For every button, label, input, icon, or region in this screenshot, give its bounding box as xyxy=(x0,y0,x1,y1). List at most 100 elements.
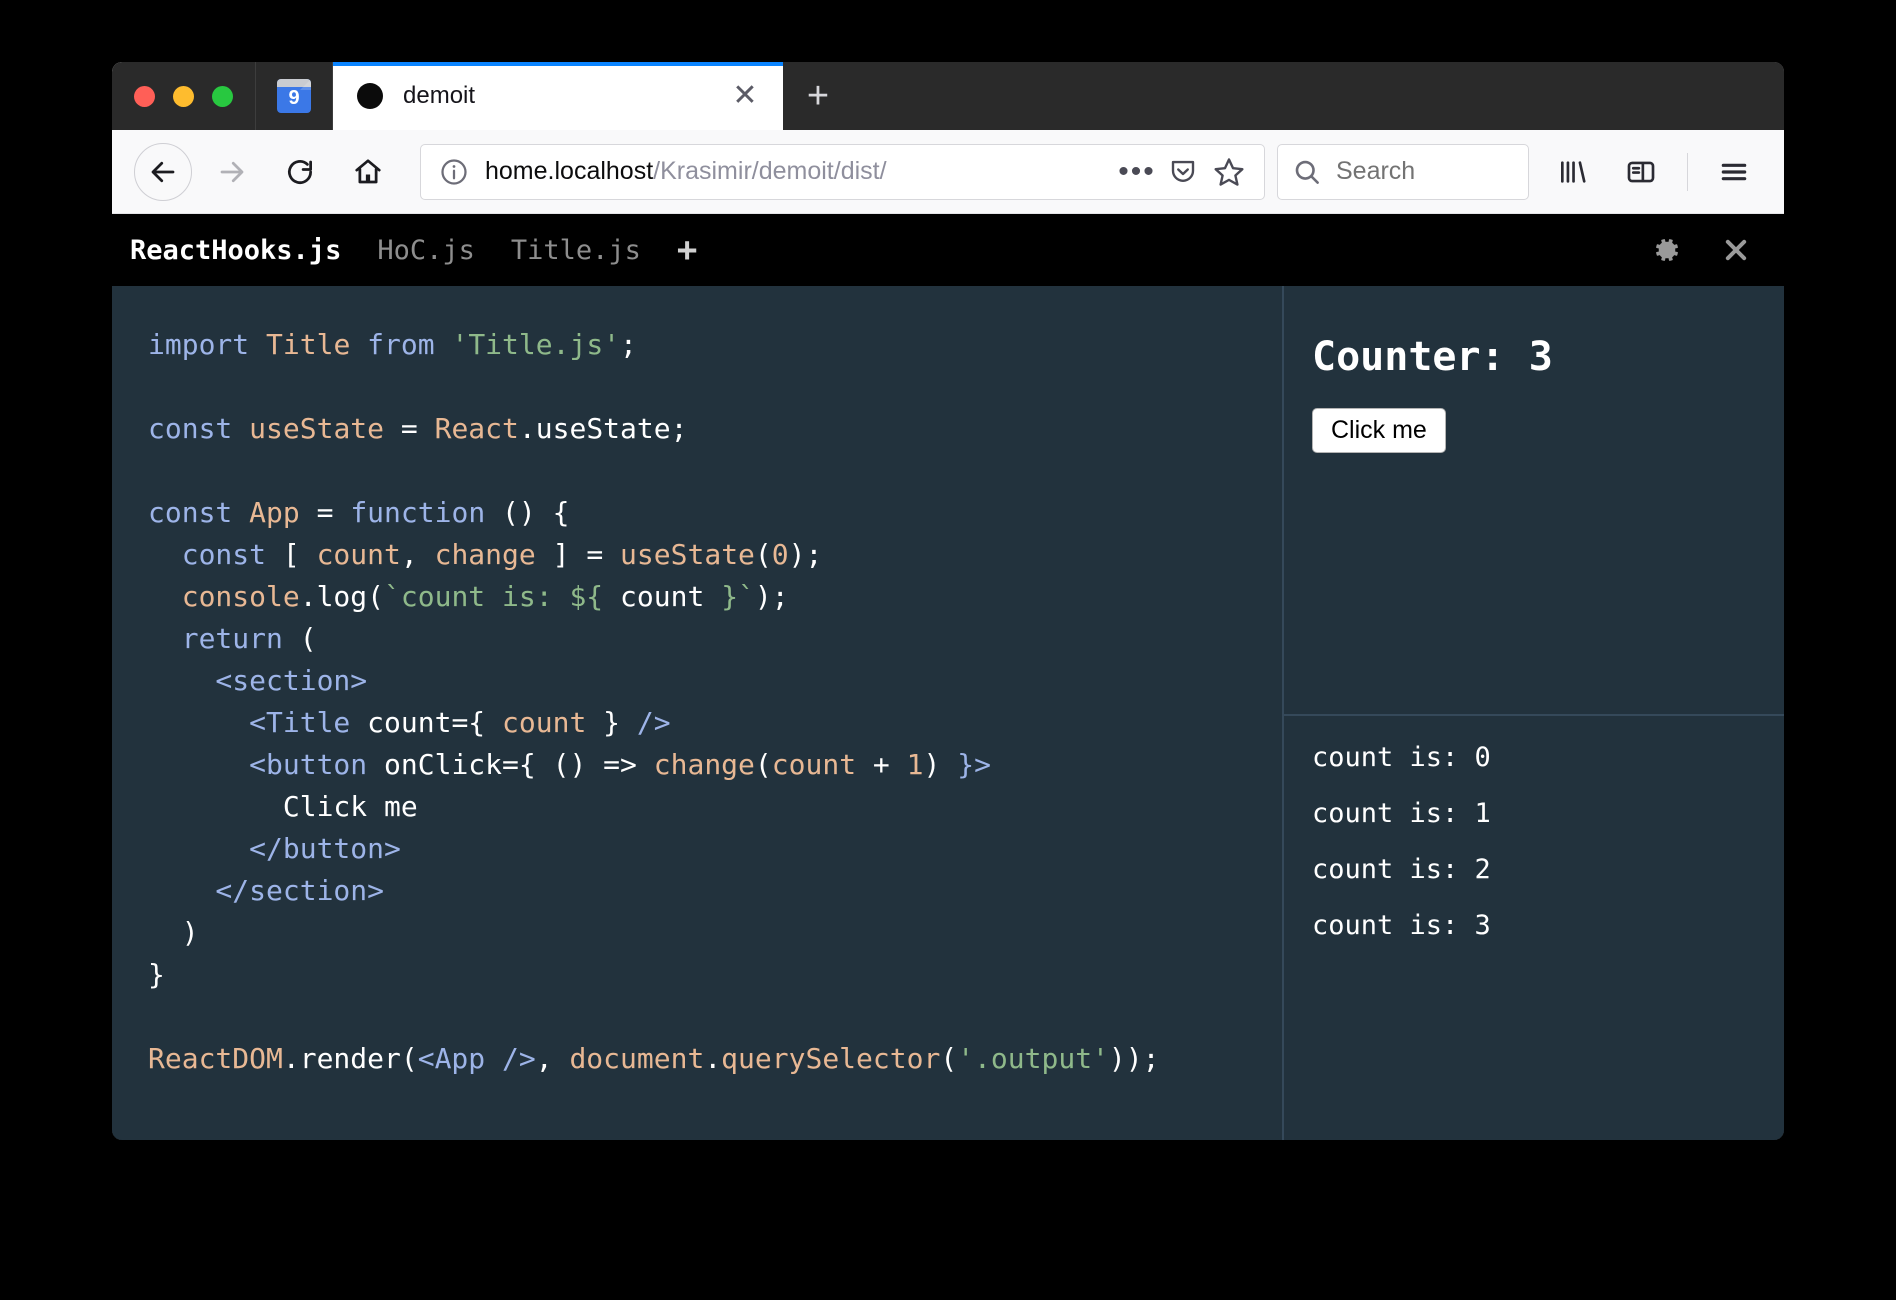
code-token: return xyxy=(148,622,300,655)
sidebar-toggle-button[interactable] xyxy=(1613,144,1669,200)
file-tab-reacthooks[interactable]: ReactHooks.js xyxy=(130,235,341,266)
search-box[interactable]: Search xyxy=(1277,143,1529,200)
pocket-icon xyxy=(1171,160,1195,182)
code-token: change xyxy=(434,538,553,571)
browser-tab-demoit[interactable]: demoit ✕ xyxy=(333,62,783,130)
code-token: </section> xyxy=(148,874,385,907)
code-token: onClick xyxy=(384,748,503,781)
code-token: from xyxy=(367,328,452,361)
code-token: Click me xyxy=(148,790,418,823)
close-tab-button[interactable]: ✕ xyxy=(727,78,763,114)
code-line: <section> xyxy=(148,660,1282,702)
demoit-toolbar: ReactHooks.js HoC.js Title.js + xyxy=(112,214,1784,286)
code-token: count xyxy=(502,706,587,739)
code-token: ${ xyxy=(569,580,604,613)
code-token: App xyxy=(249,496,317,529)
code-line: const useState = React.useState; xyxy=(148,408,1282,450)
reload-button[interactable] xyxy=(272,144,328,200)
code-token: }> xyxy=(957,748,991,781)
settings-button[interactable] xyxy=(1652,235,1682,265)
code-content[interactable]: import Title from 'Title.js'; const useS… xyxy=(112,324,1282,1080)
code-line: const App = function () { xyxy=(148,492,1282,534)
new-tab-button[interactable]: + xyxy=(783,62,853,130)
screen: 9 demoit ✕ + home.localhost/Krasimir/dem… xyxy=(0,0,1896,1300)
code-token: } xyxy=(586,706,637,739)
close-demo-button[interactable] xyxy=(1722,236,1750,264)
code-token: ={ xyxy=(451,706,503,739)
url-host: home.localhost xyxy=(485,157,654,185)
counter-heading: Counter: 3 xyxy=(1312,334,1553,380)
code-editor[interactable]: import Title from 'Title.js'; const useS… xyxy=(112,286,1282,1140)
info-icon[interactable] xyxy=(439,157,469,187)
calendar-day-number: 9 xyxy=(288,87,300,109)
code-token: ( xyxy=(940,1042,958,1075)
preview-and-console-pane: Counter: 3 Click me count is: 0 count is:… xyxy=(1282,286,1784,1140)
code-token: const xyxy=(148,496,250,529)
code-token: 'Title.js' xyxy=(451,328,621,361)
code-token: React xyxy=(434,412,519,445)
forward-icon xyxy=(220,161,244,182)
console-line: count is: 0 xyxy=(1312,742,1491,773)
code-token: ) xyxy=(148,916,199,949)
code-token: ( xyxy=(299,622,317,655)
code-line: ) xyxy=(148,912,1282,954)
url-text[interactable]: home.localhost/Krasimir/demoit/dist/ xyxy=(485,157,1112,186)
code-token: = xyxy=(400,412,435,445)
file-tab-hoc[interactable]: HoC.js xyxy=(377,235,475,266)
code-line: <Title count={ count } /> xyxy=(148,702,1282,744)
code-token: useState xyxy=(249,412,401,445)
code-token: /> xyxy=(636,706,671,739)
code-token: `count is: xyxy=(384,580,570,613)
file-tab-title[interactable]: Title.js xyxy=(511,235,641,266)
address-bar[interactable]: home.localhost/Krasimir/demoit/dist/ ••• xyxy=(420,143,1265,200)
star-icon xyxy=(1214,157,1244,186)
close-window-button[interactable] xyxy=(134,85,155,107)
code-line: </button> xyxy=(148,828,1282,870)
click-me-button[interactable]: Click me xyxy=(1312,408,1446,453)
code-token: ReactDOM xyxy=(148,1042,283,1075)
home-button[interactable] xyxy=(340,144,396,200)
demoit-body: import Title from 'Title.js'; const useS… xyxy=(112,286,1784,1140)
code-token: .log( xyxy=(299,580,385,613)
code-token: const xyxy=(148,538,283,571)
code-token: count xyxy=(367,706,452,739)
console-line: count is: 1 xyxy=(1312,798,1491,829)
library-button[interactable] xyxy=(1545,144,1601,200)
code-token: ) xyxy=(923,748,958,781)
console-line: count is: 3 xyxy=(1312,910,1491,941)
code-token: <section> xyxy=(148,664,368,697)
search-icon xyxy=(1295,160,1319,184)
add-file-button[interactable]: + xyxy=(677,233,697,267)
code-token: '.output' xyxy=(957,1042,1109,1075)
code-token: count xyxy=(316,538,401,571)
page-actions-button[interactable]: ••• xyxy=(1116,151,1158,193)
console-output: count is: 0 count is: 1 count is: 2 count i… xyxy=(1284,716,1784,1140)
code-line: return ( xyxy=(148,618,1282,660)
code-token: } xyxy=(148,958,165,991)
navigation-toolbar: home.localhost/Krasimir/demoit/dist/ ••• xyxy=(112,130,1784,214)
pinned-tab-calendar[interactable]: 9 xyxy=(256,62,333,130)
home-icon xyxy=(355,158,381,183)
save-to-pocket-button[interactable] xyxy=(1162,151,1204,193)
code-token: function xyxy=(350,496,503,529)
code-token: count xyxy=(603,580,722,613)
app-menu-button[interactable] xyxy=(1706,144,1762,200)
back-button[interactable] xyxy=(134,142,192,201)
search-input[interactable]: Search xyxy=(1336,157,1415,186)
bookmark-button[interactable] xyxy=(1208,151,1250,193)
code-token: ); xyxy=(754,580,789,613)
minimize-window-button[interactable] xyxy=(173,85,194,107)
code-token: . xyxy=(518,412,536,445)
code-token: document xyxy=(569,1042,705,1075)
code-token: ; xyxy=(620,328,637,361)
toolbar-right-actions xyxy=(1539,144,1768,200)
code-token: 0 xyxy=(771,538,789,571)
code-token: }` xyxy=(721,580,755,613)
code-token: const xyxy=(148,412,250,445)
code-token: import xyxy=(148,328,267,361)
window-controls xyxy=(112,62,256,130)
maximize-window-button[interactable] xyxy=(212,85,233,107)
